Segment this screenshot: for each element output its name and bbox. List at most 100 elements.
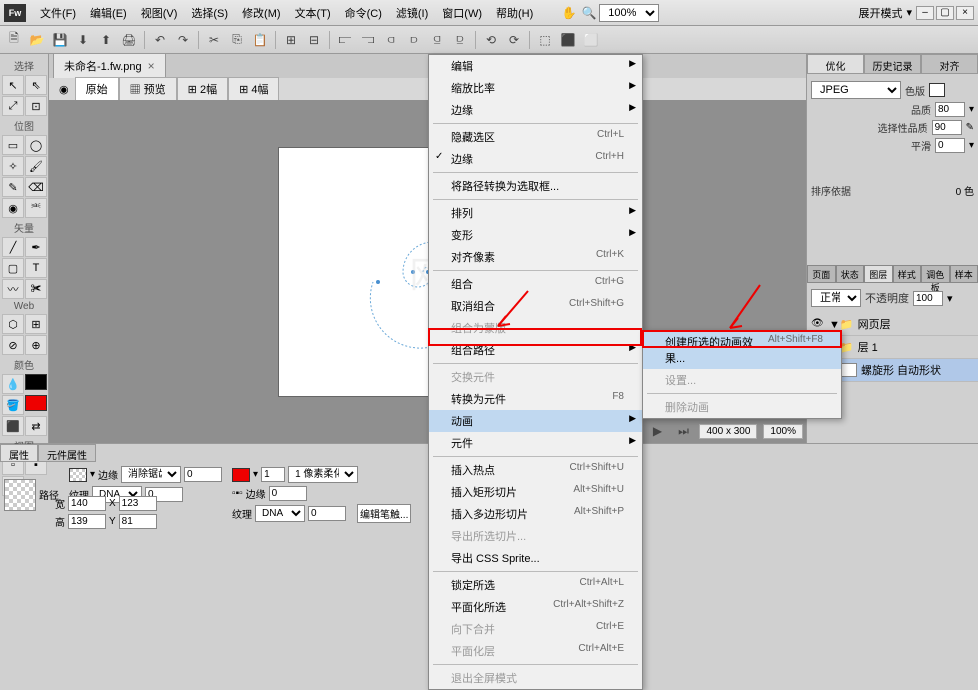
ctx-item[interactable]: 组合Ctrl+G — [429, 273, 642, 295]
freeform-tool[interactable]: 〰 — [2, 279, 24, 299]
matte-color[interactable] — [929, 83, 945, 97]
group-icon[interactable]: ⊞ — [281, 30, 301, 50]
fill-color[interactable] — [25, 395, 47, 411]
menu-help[interactable]: 帮助(H) — [490, 2, 539, 24]
arrange2-icon[interactable]: ⬛ — [558, 30, 578, 50]
stroke-size-input[interactable] — [261, 467, 285, 482]
document-tab[interactable]: 未命名-1.fw.png × — [53, 53, 166, 78]
save-icon[interactable]: 💾 — [50, 30, 70, 50]
subselect-tool[interactable]: ⇖ — [25, 75, 47, 95]
marquee-tool[interactable]: ▭ — [2, 135, 24, 155]
menu-text[interactable]: 文本(T) — [289, 2, 337, 24]
knife-tool[interactable]: ✀ — [25, 279, 47, 299]
nav-last-icon[interactable]: ⏭ — [673, 421, 693, 441]
tab-styles[interactable]: 样式 — [893, 265, 922, 283]
brush-tool[interactable]: 🖌 — [25, 156, 47, 176]
height-input[interactable] — [68, 514, 106, 529]
ctx-item[interactable]: 转换为元件F8 — [429, 388, 642, 410]
close-button[interactable]: × — [956, 6, 974, 20]
fill-swatch[interactable] — [69, 468, 87, 482]
stroke-swatch[interactable] — [232, 468, 250, 482]
eraser-tool[interactable]: ⌫ — [25, 177, 47, 197]
wand-tool[interactable]: ✧ — [2, 156, 24, 176]
slider-icon[interactable]: ▾ — [969, 140, 974, 151]
hide-tool[interactable]: ⊘ — [2, 335, 24, 355]
opacity-input[interactable] — [913, 291, 943, 306]
stroke-type-select[interactable]: 1 像素柔化 — [288, 466, 358, 483]
rect-tool[interactable]: ▢ — [2, 258, 24, 278]
align-middle-icon[interactable]: ⫑ — [427, 30, 447, 50]
menu-filters[interactable]: 滤镜(I) — [390, 2, 434, 24]
slider-icon[interactable]: ▾ — [969, 104, 974, 115]
align-top-icon[interactable]: ⫐ — [404, 30, 424, 50]
rotate-icon[interactable]: ⟲ — [481, 30, 501, 50]
ctx-item[interactable]: 平面化所选Ctrl+Alt+Shift+Z — [429, 596, 642, 618]
pen-tool[interactable]: ✒ — [25, 237, 47, 257]
select-quality-input[interactable] — [932, 120, 962, 135]
submenu-item[interactable]: 创建所选的动画效果...Alt+Shift+F8 — [643, 331, 841, 369]
canvas-zoom[interactable]: 100% — [763, 424, 803, 439]
ctx-item[interactable]: 边缘▶ — [429, 99, 642, 121]
texture2-num-input[interactable] — [308, 506, 346, 521]
paste-icon[interactable]: 📋 — [250, 30, 270, 50]
lasso-tool[interactable]: ◯ — [25, 135, 47, 155]
hand-tool-icon[interactable]: ✋ — [559, 3, 579, 23]
menu-select[interactable]: 选择(S) — [185, 2, 234, 24]
ctx-item[interactable]: 锁定所选Ctrl+Alt+L — [429, 574, 642, 596]
ctx-item[interactable]: 取消组合Ctrl+Shift+G — [429, 295, 642, 317]
ctx-item[interactable]: 元件▶ — [429, 432, 642, 454]
swap-colors[interactable]: ⇄ — [25, 416, 47, 436]
redo-icon[interactable]: ↷ — [173, 30, 193, 50]
crop-tool[interactable]: ⊡ — [25, 96, 47, 116]
align-center-icon[interactable]: ⫎ — [358, 30, 378, 50]
edit-brush-button[interactable]: 编辑笔触... — [357, 504, 411, 523]
arrange-icon[interactable]: ⬚ — [535, 30, 555, 50]
smooth-input[interactable] — [935, 138, 965, 153]
ctx-item[interactable]: 组合路径▶ — [429, 339, 642, 361]
eye-icon[interactable]: 👁 — [811, 318, 825, 330]
zoom-select[interactable]: 100% — [599, 4, 659, 22]
ctx-item[interactable]: 排列▶ — [429, 202, 642, 224]
cut-icon[interactable]: ✂ — [204, 30, 224, 50]
slider-icon[interactable]: ▾ — [947, 292, 953, 305]
format-select[interactable]: JPEG — [811, 81, 901, 99]
print-icon[interactable]: 🖨 — [119, 30, 139, 50]
pointer-tool[interactable]: ↖ — [2, 75, 24, 95]
import-icon[interactable]: ⬇ — [73, 30, 93, 50]
default-colors[interactable]: ⬛ — [2, 416, 24, 436]
blend-mode-select[interactable]: 正常 — [811, 289, 861, 307]
tab-history[interactable]: 历史记录 — [864, 54, 921, 74]
new-icon[interactable]: 🗎 — [4, 30, 24, 50]
ctx-item[interactable]: 缩放比率▶ — [429, 77, 642, 99]
chevron-down-icon[interactable]: ▾ — [906, 6, 912, 19]
ctx-item[interactable]: 插入热点Ctrl+Shift+U — [429, 459, 642, 481]
edge-select[interactable]: 消除锯齿 — [121, 466, 181, 483]
texture2-select[interactable]: DNA — [255, 505, 305, 522]
tab-states[interactable]: 状态 — [836, 265, 865, 283]
stroke-color[interactable] — [25, 374, 47, 390]
ungroup-icon[interactable]: ⊟ — [304, 30, 324, 50]
tab-optimize[interactable]: 优化 — [807, 54, 864, 74]
view-tab-4up[interactable]: ⊞ 4幅 — [228, 77, 279, 101]
menu-modify[interactable]: 修改(M) — [236, 2, 287, 24]
quality-input[interactable] — [935, 102, 965, 117]
close-document-icon[interactable]: × — [148, 59, 155, 73]
edge-num-input[interactable] — [184, 467, 222, 482]
copy-icon[interactable]: ⎘ — [227, 30, 247, 50]
menu-edit[interactable]: 编辑(E) — [84, 2, 133, 24]
width-input[interactable] — [68, 496, 106, 511]
tab-properties[interactable]: 属性 — [0, 444, 38, 462]
stroke-align-icons[interactable]: ▫▪▫ — [232, 488, 243, 499]
ctx-item[interactable]: 隐藏选区Ctrl+L — [429, 126, 642, 148]
tab-swatches[interactable]: 调色板 — [921, 265, 950, 283]
edit-icon[interactable]: ✎ — [966, 122, 974, 133]
stroke-dropdown-icon[interactable]: ▾ — [253, 469, 258, 480]
undo-icon[interactable]: ↶ — [150, 30, 170, 50]
ctx-item[interactable]: 导出 CSS Sprite... — [429, 547, 642, 569]
y-input[interactable] — [119, 514, 157, 529]
ctx-item[interactable]: ✓边缘Ctrl+H — [429, 148, 642, 170]
hotspot-tool[interactable]: ⬡ — [2, 314, 24, 334]
fill-dropdown-icon[interactable]: ▾ — [90, 469, 95, 480]
menu-view[interactable]: 视图(V) — [135, 2, 184, 24]
arrange3-icon[interactable]: ⬜ — [581, 30, 601, 50]
